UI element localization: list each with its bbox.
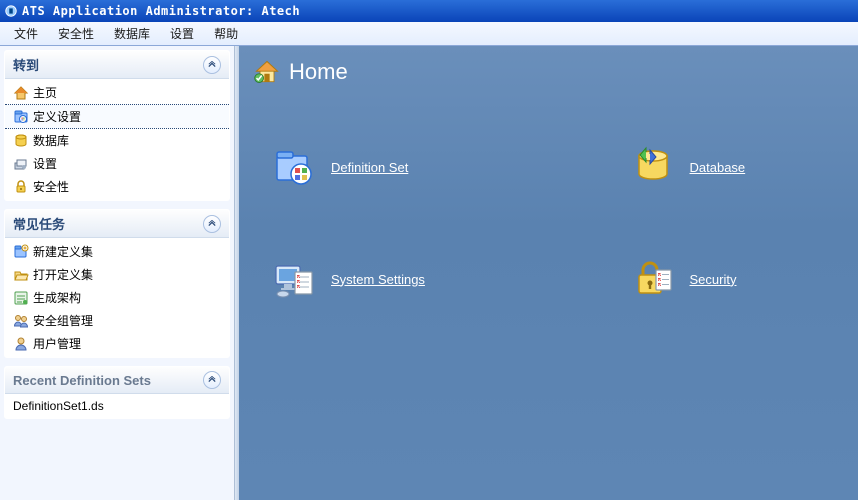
settings-icon — [13, 156, 29, 172]
nav-item-label: 主页 — [33, 84, 57, 101]
app-icon — [4, 4, 18, 18]
panel-recent-title: Recent Definition Sets — [13, 373, 151, 388]
page-header: Home — [235, 46, 858, 92]
nav-item-label: 生成架构 — [33, 289, 81, 306]
menu-help[interactable]: 帮助 — [204, 22, 248, 45]
tile-system-settings[interactable]: System Settings — [265, 258, 547, 300]
panel-goto-collapse[interactable] — [203, 56, 221, 74]
nav-item-label: 设置 — [33, 155, 57, 172]
tile-label: Definition Set — [331, 160, 408, 175]
panel-recent: Recent Definition Sets DefinitionSet1.ds — [4, 366, 230, 419]
recent-item[interactable]: DefinitionSet1.ds — [5, 396, 229, 416]
chevron-up-icon — [208, 220, 216, 228]
sidebar-item-home[interactable]: 主页 — [5, 81, 229, 104]
panel-goto-title: 转到 — [13, 55, 39, 74]
menu-file[interactable]: 文件 — [4, 22, 48, 45]
sec-group-icon — [13, 313, 29, 329]
tile-label: Database — [690, 160, 746, 175]
page-title: Home — [289, 59, 348, 85]
tile-label: Security — [690, 272, 737, 287]
definition-set-icon — [273, 146, 315, 188]
panel-goto-body: 主页 定义设置 数据库 设置 安全性 — [5, 79, 229, 200]
nav-item-label: 安全组管理 — [33, 312, 93, 329]
panel-recent-body: DefinitionSet1.ds — [5, 394, 229, 418]
menu-database[interactable]: 数据库 — [104, 22, 160, 45]
recent-item-label: DefinitionSet1.ds — [13, 399, 104, 413]
task-item-user-management[interactable]: 用户管理 — [5, 332, 229, 355]
home-icon — [13, 85, 29, 101]
nav-item-label: 安全性 — [33, 178, 69, 195]
tile-grid: Definition Set Database System Settings — [235, 136, 858, 310]
panel-recent-header: Recent Definition Sets — [5, 367, 229, 394]
database-icon — [632, 146, 674, 188]
open-def-icon — [13, 267, 29, 283]
panel-goto-header: 转到 — [5, 51, 229, 79]
gen-schema-icon — [13, 290, 29, 306]
task-item-security-group[interactable]: 安全组管理 — [5, 309, 229, 332]
sidebar: 转到 主页 定义设置 数据库 — [0, 46, 235, 500]
nav-item-label: 定义设置 — [33, 108, 81, 125]
panel-tasks-title: 常见任务 — [13, 214, 65, 233]
panel-tasks-header: 常见任务 — [5, 210, 229, 238]
panel-goto: 转到 主页 定义设置 数据库 — [4, 50, 230, 201]
sidebar-item-security[interactable]: 安全性 — [5, 175, 229, 198]
menu-security[interactable]: 安全性 — [48, 22, 104, 45]
titlebar: ATS Application Administrator: Atech — [0, 0, 858, 22]
sidebar-item-definition[interactable]: 定义设置 — [5, 104, 229, 129]
user-mgmt-icon — [13, 336, 29, 352]
security-tile-icon — [632, 258, 674, 300]
tile-database[interactable]: Database — [547, 146, 829, 188]
nav-item-label: 用户管理 — [33, 335, 81, 352]
nav-item-label: 打开定义集 — [33, 266, 93, 283]
chevron-up-icon — [208, 376, 216, 384]
chevron-up-icon — [208, 61, 216, 69]
tile-definition-set[interactable]: Definition Set — [265, 146, 547, 188]
definition-icon — [13, 109, 29, 125]
nav-item-label: 新建定义集 — [33, 243, 93, 260]
security-icon — [13, 179, 29, 195]
nav-item-label: 数据库 — [33, 132, 69, 149]
task-item-open-definition-set[interactable]: 打开定义集 — [5, 263, 229, 286]
menu-settings[interactable]: 设置 — [160, 22, 204, 45]
sidebar-item-database[interactable]: 数据库 — [5, 129, 229, 152]
main-content: Home Definition Set Database — [235, 46, 858, 500]
task-item-new-definition-set[interactable]: 新建定义集 — [5, 240, 229, 263]
home-icon — [253, 58, 281, 86]
panel-tasks-body: 新建定义集 打开定义集 生成架构 安全组管理 用户管理 — [5, 238, 229, 357]
menubar: 文件 安全性 数据库 设置 帮助 — [0, 22, 858, 46]
panel-recent-collapse[interactable] — [203, 371, 221, 389]
sidebar-item-settings[interactable]: 设置 — [5, 152, 229, 175]
window-title: ATS Application Administrator: Atech — [22, 4, 300, 18]
panel-tasks-collapse[interactable] — [203, 215, 221, 233]
new-def-icon — [13, 244, 29, 260]
system-settings-icon — [273, 258, 315, 300]
tile-label: System Settings — [331, 272, 425, 287]
panel-tasks: 常见任务 新建定义集 打开定义集 生成架构 — [4, 209, 230, 358]
tile-security[interactable]: Security — [547, 258, 829, 300]
task-item-generate-schema[interactable]: 生成架构 — [5, 286, 229, 309]
database-icon — [13, 133, 29, 149]
